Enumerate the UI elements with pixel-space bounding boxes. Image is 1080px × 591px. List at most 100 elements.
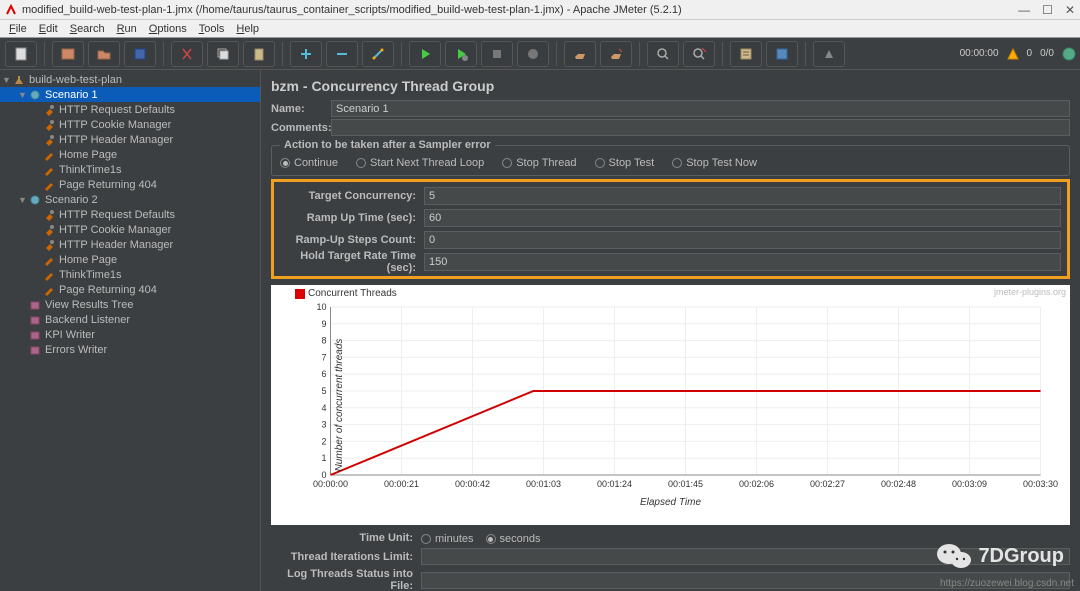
clear-button[interactable] — [564, 41, 596, 67]
radio-timeunit-minutes[interactable]: minutes — [421, 533, 474, 545]
run-noTimer-button[interactable] — [445, 41, 477, 67]
maximize-button[interactable]: ☐ — [1042, 3, 1053, 17]
app-icon — [5, 4, 17, 16]
ramp-up-time-label: Ramp Up Time (sec): — [274, 212, 424, 224]
reset-search-button[interactable] — [683, 41, 715, 67]
tree-item[interactable]: Home Page — [0, 147, 260, 162]
function-helper-button[interactable] — [730, 41, 762, 67]
svg-text:4: 4 — [321, 403, 326, 413]
toggle-button[interactable] — [362, 41, 394, 67]
brand-name: 7DGroup — [978, 545, 1064, 568]
tree-item[interactable]: ▼Scenario 1 — [0, 87, 260, 102]
radio-stop-test[interactable]: Stop Test — [595, 157, 655, 169]
tree-item[interactable]: Errors Writer — [0, 342, 260, 357]
hold-target-input[interactable] — [424, 253, 1061, 271]
tree-item[interactable]: HTTP Request Defaults — [0, 102, 260, 117]
svg-text:00:00:42: 00:00:42 — [455, 479, 490, 489]
svg-text:9: 9 — [321, 319, 326, 329]
collapse-button[interactable] — [326, 41, 358, 67]
tree-item[interactable]: Page Returning 404 — [0, 177, 260, 192]
tree-item[interactable]: HTTP Cookie Manager — [0, 222, 260, 237]
legend-swatch — [295, 289, 305, 299]
comments-input[interactable] — [331, 119, 1070, 136]
svg-text:00:03:30: 00:03:30 — [1023, 479, 1058, 489]
svg-text:00:01:03: 00:01:03 — [526, 479, 561, 489]
svg-text:7: 7 — [321, 352, 326, 362]
error-action-fieldset: Action to be taken after a Sampler error… — [271, 139, 1070, 176]
hold-target-label: Hold Target Rate Time (sec): — [274, 250, 424, 274]
menu-search[interactable]: Search — [64, 23, 111, 35]
titlebar: modified_build-web-test-plan-1.jmx (/hom… — [0, 0, 1080, 20]
radio-stop-test-now[interactable]: Stop Test Now — [672, 157, 757, 169]
menu-tools[interactable]: Tools — [193, 23, 231, 35]
tree-item[interactable]: Page Returning 404 — [0, 282, 260, 297]
svg-text:00:01:45: 00:01:45 — [668, 479, 703, 489]
svg-text:1: 1 — [321, 453, 326, 463]
chart-legend: Concurrent Threads — [295, 288, 397, 299]
svg-text:00:00:00: 00:00:00 — [313, 479, 348, 489]
menu-options[interactable]: Options — [143, 23, 193, 35]
tree-item[interactable]: ThinkTime1s — [0, 162, 260, 177]
tree-item[interactable]: ▼Scenario 2 — [0, 192, 260, 207]
chart-svg: 01234567891000:00:0000:00:2100:00:4200:0… — [275, 289, 1066, 499]
radio-start-next-thread-loop[interactable]: Start Next Thread Loop — [356, 157, 484, 169]
radio-stop-thread[interactable]: Stop Thread — [502, 157, 576, 169]
tree-item[interactable]: Home Page — [0, 252, 260, 267]
save-button[interactable] — [124, 41, 156, 67]
expand-button[interactable] — [290, 41, 322, 67]
tree-item[interactable]: HTTP Header Manager — [0, 132, 260, 147]
svg-text:00:02:06: 00:02:06 — [739, 479, 774, 489]
globe-icon — [1062, 47, 1076, 61]
paste-button[interactable] — [243, 41, 275, 67]
tree-root[interactable]: ▼build-web-test-plan — [0, 72, 260, 87]
search-button[interactable] — [647, 41, 679, 67]
tree-item[interactable]: HTTP Header Manager — [0, 237, 260, 252]
menu-edit[interactable]: Edit — [33, 23, 64, 35]
ramp-up-time-input[interactable] — [424, 209, 1061, 227]
svg-text:00:03:09: 00:03:09 — [952, 479, 987, 489]
target-concurrency-input[interactable] — [424, 187, 1061, 205]
ramp-up-steps-input[interactable] — [424, 231, 1061, 249]
templates-button[interactable] — [52, 41, 84, 67]
tree-item[interactable]: ThinkTime1s — [0, 267, 260, 282]
target-concurrency-label: Target Concurrency: — [274, 190, 424, 202]
panel-title: bzm - Concurrency Thread Group — [271, 78, 1070, 94]
warn-icon — [1007, 48, 1019, 60]
radio-continue[interactable]: Continue — [280, 157, 338, 169]
tree-item[interactable]: HTTP Cookie Manager — [0, 117, 260, 132]
chart-xlabel: Elapsed Time — [275, 497, 1066, 508]
menu-run[interactable]: Run — [111, 23, 143, 35]
open-button[interactable] — [88, 41, 120, 67]
svg-text:00:02:48: 00:02:48 — [881, 479, 916, 489]
name-input[interactable] — [331, 100, 1070, 117]
minimize-button[interactable]: — — [1018, 3, 1030, 17]
svg-text:8: 8 — [321, 336, 326, 346]
tree-item[interactable]: HTTP Request Defaults — [0, 207, 260, 222]
menu-file[interactable]: File — [3, 23, 33, 35]
svg-text:6: 6 — [321, 369, 326, 379]
plugins-button[interactable] — [813, 41, 845, 67]
tree-item[interactable]: Backend Listener — [0, 312, 260, 327]
clear-all-button[interactable] — [600, 41, 632, 67]
run-button[interactable] — [409, 41, 441, 67]
copy-button[interactable] — [207, 41, 239, 67]
wechat-icon — [936, 541, 972, 571]
menu-help[interactable]: Help — [230, 23, 265, 35]
iterations-label: Thread Iterations Limit: — [271, 551, 421, 563]
tree-item[interactable]: View Results Tree — [0, 297, 260, 312]
radio-timeunit-seconds[interactable]: seconds — [486, 533, 541, 545]
thread-ratio: 0/0 — [1040, 48, 1054, 59]
new-button[interactable] — [5, 41, 37, 67]
tree-panel[interactable]: ▼build-web-test-plan▼Scenario 1HTTP Requ… — [0, 70, 261, 591]
cut-button[interactable] — [171, 41, 203, 67]
footer-blog: https://zuozewei.blog.csdn.net — [940, 578, 1074, 589]
comments-label: Comments: — [271, 122, 331, 134]
elapsed-time: 00:00:00 — [960, 48, 999, 59]
close-button[interactable]: ✕ — [1065, 3, 1075, 17]
error-action-legend: Action to be taken after a Sampler error — [280, 139, 495, 151]
svg-text:3: 3 — [321, 420, 326, 430]
tree-item[interactable]: KPI Writer — [0, 327, 260, 342]
shutdown-button[interactable] — [517, 41, 549, 67]
stop-button[interactable] — [481, 41, 513, 67]
help-button[interactable] — [766, 41, 798, 67]
